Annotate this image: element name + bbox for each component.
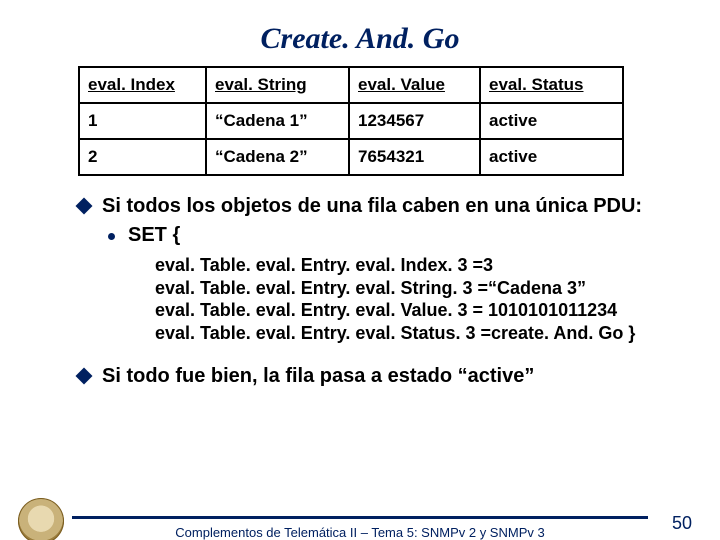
col-header-value: eval. Value	[349, 67, 480, 103]
bullet-2: Si todo fue bien, la fila pasa a estado …	[78, 364, 680, 389]
code-line: eval. Table. eval. Entry. eval. Index. 3…	[155, 254, 720, 277]
page-number: 50	[672, 513, 692, 534]
diamond-bullet-icon	[76, 368, 93, 385]
slide-title: Create. And. Go	[0, 22, 720, 56]
bullet-1-label: Si todos los objetos de una fila caben e…	[102, 195, 642, 217]
cell-value: 7654321	[349, 139, 480, 175]
table-row: 1 “Cadena 1” 1234567 active	[79, 103, 623, 139]
cell-index: 1	[79, 103, 206, 139]
cell-string: “Cadena 1”	[206, 103, 349, 139]
footer-divider	[72, 516, 648, 519]
seal-icon	[18, 498, 64, 540]
bullet-1-sub: SET {	[78, 223, 680, 248]
disc-bullet-icon	[108, 233, 115, 240]
table-row: 2 “Cadena 2” 7654321 active	[79, 139, 623, 175]
table-header-row: eval. Index eval. String eval. Value eva…	[79, 67, 623, 103]
footer-text: Complementos de Telemática II – Tema 5: …	[0, 525, 720, 540]
col-header-string: eval. String	[206, 67, 349, 103]
bullet-1-sub-label: SET {	[128, 224, 180, 246]
code-line: eval. Table. eval. Entry. eval. Value. 3…	[155, 299, 720, 322]
cell-status: active	[480, 139, 623, 175]
cell-value: 1234567	[349, 103, 480, 139]
eval-table: eval. Index eval. String eval. Value eva…	[78, 66, 624, 176]
col-header-index: eval. Index	[79, 67, 206, 103]
code-line: eval. Table. eval. Entry. eval. Status. …	[155, 322, 720, 345]
cell-string: “Cadena 2”	[206, 139, 349, 175]
bullet-2-text: Si todo fue bien, la fila pasa a estado …	[78, 364, 680, 389]
slide: Create. And. Go eval. Index eval. String…	[0, 22, 720, 540]
code-block: eval. Table. eval. Entry. eval. Index. 3…	[155, 254, 720, 344]
code-line: eval. Table. eval. Entry. eval. String. …	[155, 277, 720, 300]
footer: Complementos de Telemática II – Tema 5: …	[0, 516, 720, 540]
bullet-1: Si todos los objetos de una fila caben e…	[78, 194, 680, 248]
diamond-bullet-icon	[76, 198, 93, 215]
col-header-status: eval. Status	[480, 67, 623, 103]
cell-status: active	[480, 103, 623, 139]
bullet-1-text: Si todos los objetos de una fila caben e…	[78, 194, 680, 219]
cell-index: 2	[79, 139, 206, 175]
bullet-2-label: Si todo fue bien, la fila pasa a estado …	[102, 365, 534, 387]
